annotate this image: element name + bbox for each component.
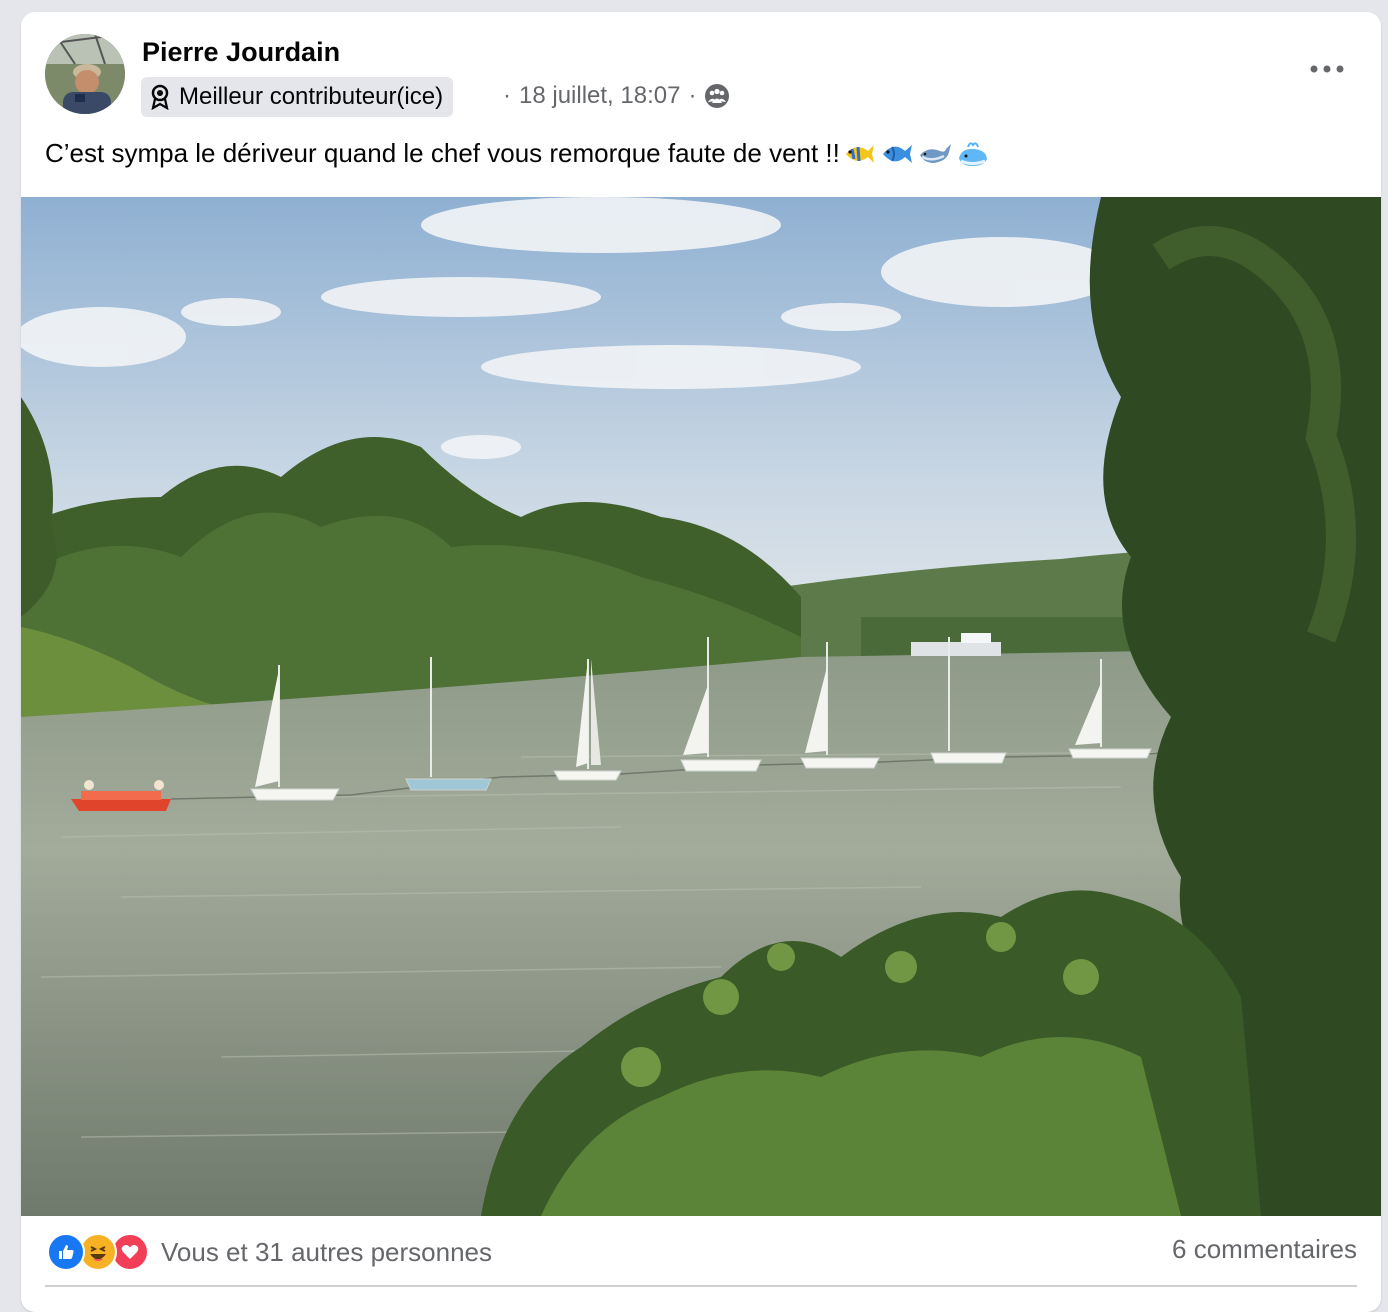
reactions-summary[interactable]: Vous et 31 autres personnes	[47, 1230, 492, 1274]
river-sailboats-photo[interactable]	[21, 197, 1381, 1216]
badge-label: Meilleur contributeur(ice)	[179, 83, 444, 110]
tropical-fish-icon	[845, 144, 874, 163]
spouting-whale-icon	[958, 141, 987, 166]
footer-divider	[45, 1285, 1357, 1287]
more-options-icon[interactable]	[1305, 54, 1349, 84]
meta-separator: ·	[503, 82, 511, 109]
caption-text: C’est sympa le dériveur quand le chef vo…	[45, 138, 840, 168]
whale-icon	[919, 143, 951, 163]
post-card: Pierre Jourdain Meilleur contributeur(ic…	[21, 12, 1381, 1312]
author-name[interactable]: Pierre Jourdain	[142, 37, 340, 68]
like-icon	[47, 1233, 85, 1271]
top-contributor-badge[interactable]: Meilleur contributeur(ice)	[141, 77, 454, 117]
fish-icon	[882, 144, 912, 163]
author-avatar[interactable]	[45, 34, 125, 114]
post-caption: C’est sympa le dériveur quand le chef vo…	[45, 138, 990, 169]
badge-icon	[149, 84, 171, 111]
post-timestamp[interactable]: 18 juillet, 18:07	[519, 82, 680, 110]
reactions-text[interactable]: Vous et 31 autres personnes	[161, 1237, 492, 1268]
meta-separator: ·	[688, 82, 697, 109]
post-meta: · 18 juillet, 18:07 ·	[503, 78, 730, 114]
group-icon	[704, 83, 730, 109]
comments-count[interactable]: 6 commentaires	[1172, 1234, 1357, 1265]
